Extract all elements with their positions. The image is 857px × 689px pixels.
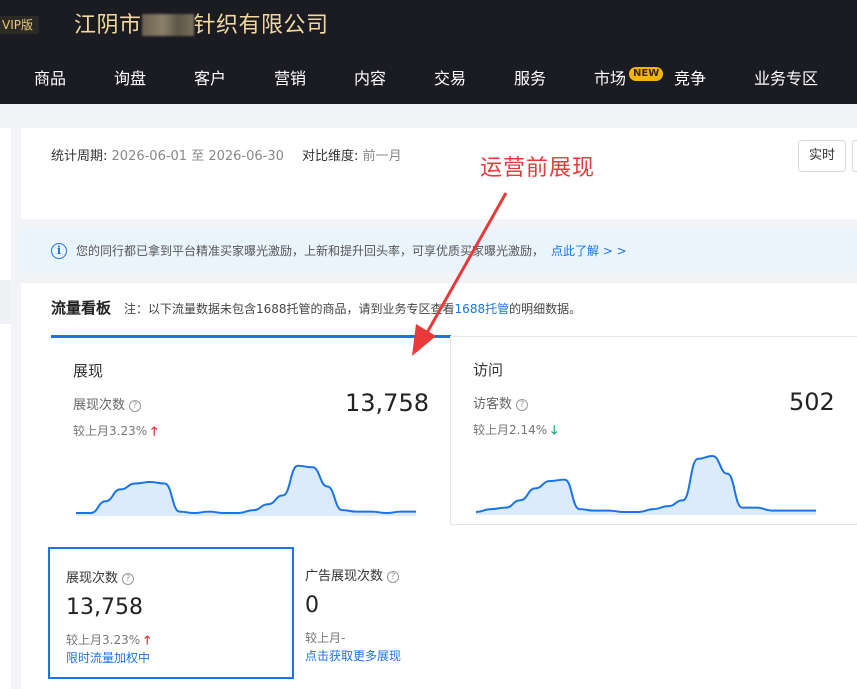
card-metric-label-text: 展现次数 — [73, 398, 126, 413]
sub-metric-label: 广告展现次数? — [305, 565, 400, 584]
company-name-prefix: 江阴市 — [74, 13, 142, 38]
card-metric-label: 展现次数? — [73, 394, 142, 413]
sparkline-area — [476, 455, 816, 515]
sub-metric-label-text: 广告展现次数 — [305, 569, 384, 584]
card-title: 访问 — [473, 361, 504, 379]
nav-item-competition[interactable]: 竞争 — [674, 68, 706, 90]
card-title: 展现 — [73, 362, 104, 380]
sub-metric-value: 13,758 — [66, 595, 143, 620]
board-note-suffix: 的明细数据。 — [509, 302, 582, 316]
realtime-button[interactable]: 实时 — [798, 140, 846, 172]
card-metric-value: 502 — [789, 388, 835, 416]
sidebar-selected-item[interactable] — [0, 280, 11, 324]
compare-value[interactable]: 前一月 — [363, 149, 402, 164]
company-name: 江阴市 针织有限公司 — [74, 10, 329, 42]
sparkline-area — [76, 465, 416, 516]
help-icon[interactable]: ? — [122, 573, 135, 585]
board-note: 注：以下流量数据未包含1688托管的商品，请到业务专区查看1688托管的明细数据… — [124, 301, 581, 317]
board-note-prefix: 注：以下流量数据未包含1688托管的商品，请到业务专区查看 — [124, 302, 455, 316]
top-header: VIP版 江阴市 针织有限公司 商品 询盘 客户 营销 内容 交易 服务 市场 N… — [0, 0, 857, 104]
company-name-suffix: 针织有限公司 — [193, 13, 329, 38]
main-panel: 统计周期: 2026-06-01 至 2026-06-30 对比维度: 前一月 … — [21, 128, 857, 689]
nav-item-market[interactable]: 市场 — [594, 68, 626, 90]
card-metric-label: 访客数? — [473, 393, 529, 412]
card-compare: 较上月3.23% 🡑 — [73, 422, 157, 443]
annotation-label: 运营前展现 — [480, 156, 596, 181]
metric-card-impressions[interactable]: 展现 展现次数? 13,758 较上月3.23% 🡑 — [51, 335, 451, 525]
card-compare-text: 较上月3.23% — [73, 424, 148, 438]
sub-metric-value: 0 — [305, 593, 319, 618]
arrow-down-icon: 🡓 — [551, 423, 558, 437]
nav-item-trade[interactable]: 交易 — [434, 68, 466, 90]
compare-label: 对比维度: — [302, 149, 359, 164]
sub-metric-compare-text: 较上月3.23% — [66, 633, 141, 647]
arrow-up-icon: 🡑 — [151, 424, 158, 438]
notice-banner: i 您的同行都已拿到平台精准买家曝光激励，上新和提升回头率，可享优质买家曝光激励… — [21, 229, 857, 273]
new-badge: NEW — [629, 67, 664, 81]
metric-card-visits[interactable]: 访问 访客数? 502 较上月2.14% 🡓 — [450, 336, 857, 525]
help-icon[interactable]: ? — [129, 400, 142, 412]
nav-item-customers[interactable]: 客户 — [194, 68, 226, 90]
nav-item-service[interactable]: 服务 — [514, 68, 546, 90]
arrow-up-icon: 🡑 — [144, 633, 151, 647]
notice-learn-more-link[interactable]: 点此了解 > > — [551, 229, 627, 273]
sub-metric-compare: 较上月- — [305, 631, 346, 645]
redacted-blur — [141, 14, 194, 36]
board-title: 流量看板 — [51, 299, 112, 317]
sub-metric-label: 展现次数? — [66, 567, 135, 586]
stat-filters: 统计周期: 2026-06-01 至 2026-06-30 对比维度: 前一月 — [51, 148, 402, 166]
period-label: 统计周期: — [51, 149, 108, 164]
nav-item-business-zone[interactable]: 业务专区 — [754, 68, 818, 90]
nav-item-inquiries[interactable]: 询盘 — [114, 68, 146, 90]
sidebar-edge — [0, 128, 11, 689]
get-more-impressions-link[interactable]: 点击获取更多展现 — [305, 647, 401, 664]
sub-metric-card-impressions[interactable]: 展现次数? 13,758 较上月3.23% 🡑 限时流量加权中 — [48, 547, 294, 679]
board-note-link[interactable]: 1688托管 — [455, 302, 510, 316]
card-compare-text: 较上月2.14% — [473, 423, 548, 437]
help-icon[interactable]: ? — [387, 571, 400, 583]
info-icon: i — [51, 243, 67, 259]
help-icon[interactable]: ? — [516, 399, 529, 411]
nav-item-products[interactable]: 商品 — [34, 68, 66, 90]
period-value[interactable]: 2026-06-01 至 2026-06-30 — [112, 149, 284, 164]
card-metric-value: 13,758 — [345, 389, 429, 417]
sub-metric-label-text: 展现次数 — [66, 571, 119, 586]
sparkline-chart — [76, 464, 416, 516]
next-button-edge[interactable] — [852, 140, 857, 172]
notice-text: 您的同行都已拿到平台精准买家曝光激励，上新和提升回头率，可享优质买家曝光激励， — [76, 244, 545, 258]
divider — [21, 273, 857, 283]
traffic-boost-link[interactable]: 限时流量加权中 — [66, 649, 150, 666]
sub-metric-card-ad-impressions[interactable]: 广告展现次数? 0 较上月- 点击获取更多展现 — [289, 547, 529, 679]
vip-badge: VIP版 — [0, 16, 39, 34]
card-metric-label-text: 访客数 — [473, 397, 513, 412]
nav-item-content[interactable]: 内容 — [354, 68, 386, 90]
divider — [21, 219, 857, 229]
main-nav: 商品 询盘 客户 营销 内容 交易 服务 市场 NEW 竞争 业务专区 — [0, 62, 857, 96]
sparkline-chart — [475, 454, 816, 515]
card-compare: 较上月2.14% 🡓 — [473, 421, 557, 442]
nav-item-marketing[interactable]: 营销 — [274, 68, 306, 90]
